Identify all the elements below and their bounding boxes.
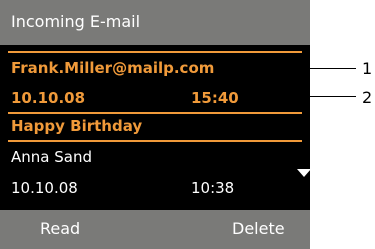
email-time: 10:38	[191, 179, 235, 197]
email-date: 10.10.08	[11, 89, 86, 107]
softkey-bar: Read Delete	[0, 210, 310, 249]
delete-button[interactable]: Delete	[232, 219, 285, 238]
callout-number-2: 2	[362, 88, 373, 107]
scroll-down-icon[interactable]	[297, 169, 311, 177]
callout-line-1	[304, 68, 356, 69]
email-time: 15:40	[191, 89, 239, 107]
email-sender[interactable]: Frank.Miller@mailp.com	[11, 59, 214, 77]
email-list: Frank.Miller@mailp.com 10.10.08 15:40 Ha…	[0, 45, 311, 210]
email-sender[interactable]: Anna Sand	[11, 148, 92, 166]
callout-line-2	[304, 96, 356, 97]
phone-display: Incoming E-mail Frank.Miller@mailp.com 1…	[0, 0, 311, 249]
selection-border-bottom	[8, 140, 302, 142]
email-date: 10.10.08	[11, 179, 78, 197]
read-button[interactable]: Read	[40, 219, 80, 238]
selection-border-top	[8, 51, 302, 53]
email-subject: Happy Birthday	[11, 117, 143, 135]
page-title: Incoming E-mail	[11, 12, 141, 31]
callout-number-1: 1	[362, 59, 373, 78]
title-bar: Incoming E-mail	[0, 0, 310, 45]
selection-divider	[8, 112, 302, 114]
